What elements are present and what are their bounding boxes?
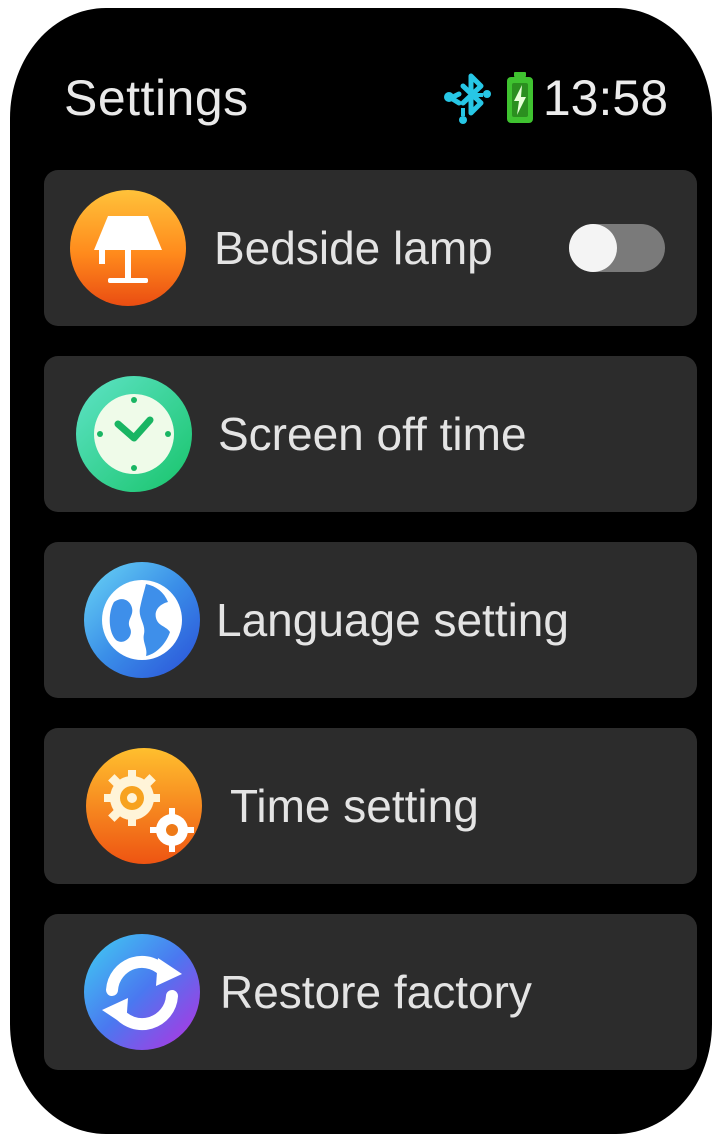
menu-item-screen-off-time[interactable]: Screen off time bbox=[44, 356, 697, 512]
battery-charging-icon bbox=[505, 70, 535, 126]
menu-item-label: Language setting bbox=[216, 594, 569, 646]
gears-icon bbox=[86, 748, 202, 864]
menu-item-time-setting[interactable]: Time setting bbox=[44, 728, 697, 884]
menu-item-bedside-lamp[interactable]: Bedside lamp bbox=[44, 170, 697, 326]
status-bar: 13:58 bbox=[441, 68, 668, 128]
menu-item-label: Restore factory bbox=[220, 966, 532, 1018]
globe-icon bbox=[84, 562, 200, 678]
settings-menu: Bedside lamp Screen off time Language se… bbox=[44, 170, 697, 1070]
watch-screen: Settings 13:58 Bedside lamp Screen off t… bbox=[10, 8, 712, 1134]
menu-item-label: Screen off time bbox=[218, 408, 527, 460]
menu-item-language-setting[interactable]: Language setting bbox=[44, 542, 697, 698]
toggle-knob bbox=[569, 224, 617, 272]
bedside-lamp-toggle[interactable] bbox=[569, 224, 665, 272]
lamp-icon bbox=[70, 190, 186, 306]
status-header: Settings 13:58 bbox=[10, 8, 712, 158]
menu-item-label: Time setting bbox=[230, 780, 479, 832]
clock-time: 13:58 bbox=[542, 70, 668, 126]
restore-icon bbox=[84, 934, 200, 1050]
menu-item-label: Bedside lamp bbox=[214, 222, 493, 274]
bluetooth-icon bbox=[441, 70, 499, 126]
page-title: Settings bbox=[64, 70, 249, 126]
menu-item-restore-factory[interactable]: Restore factory bbox=[44, 914, 697, 1070]
clock-icon bbox=[76, 376, 192, 492]
